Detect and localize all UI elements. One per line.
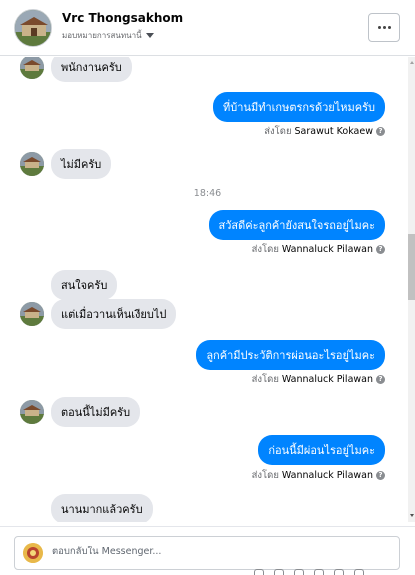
question-circle-icon[interactable]: ? xyxy=(376,471,385,480)
incoming-message[interactable]: พนักงานครับ xyxy=(51,57,132,82)
contact-name[interactable]: Vrc Thongsakhom xyxy=(62,11,183,25)
gif-icon[interactable] xyxy=(314,569,324,575)
sent-by-label: ส่งโดย xyxy=(251,470,279,481)
sender-name: Wannaluck Pilawan xyxy=(281,470,373,481)
image-icon[interactable] xyxy=(294,569,304,575)
more-horizontal-icon xyxy=(377,26,381,29)
reply-input[interactable] xyxy=(52,546,352,557)
sender-name: Wannaluck Pilawan xyxy=(281,374,373,385)
assign-conversation-label: มอบหมายการสนทนานี้ xyxy=(62,31,142,40)
contact-avatar-small xyxy=(20,400,44,424)
incoming-message[interactable]: ตอนนี้ไม่มีครับ xyxy=(51,397,141,427)
message-composer xyxy=(0,526,415,575)
scrollbar-thumb[interactable] xyxy=(408,234,415,300)
contact-avatar-small xyxy=(20,302,44,326)
question-circle-icon[interactable]: ? xyxy=(376,245,385,254)
emoji-icon[interactable] xyxy=(334,569,344,575)
sent-by-label: ส่งโดย xyxy=(251,244,279,255)
more-options-button[interactable] xyxy=(368,13,400,42)
composer-box[interactable] xyxy=(14,536,400,570)
sent-by-label: ส่งโดย xyxy=(264,126,292,137)
outgoing-message[interactable]: สวัสดีค่ะลูกค้ายังสนใจรถอยู่ไมคะ xyxy=(208,210,385,240)
outgoing-message[interactable]: ลูกค้ามีประวัติการผ่อนอะไรอยู่ไมคะ xyxy=(196,340,385,370)
attachment-icon[interactable] xyxy=(274,569,284,575)
sender-name: Wannaluck Pilawan xyxy=(281,244,373,255)
incoming-message[interactable]: แต่เมื่อวานเห็นเงียบไป xyxy=(51,299,177,329)
sent-by-label: ส่งโดย xyxy=(251,374,279,385)
scroll-down-arrow-icon[interactable] xyxy=(410,514,414,517)
contact-avatar[interactable] xyxy=(14,9,52,47)
message-thread[interactable]: พนักงานครับ ที่บ้านมีทำเกษตรกรด้วยไหมครั… xyxy=(0,57,415,522)
send-icon[interactable] xyxy=(354,569,364,575)
caret-down-icon xyxy=(145,33,154,38)
contact-avatar-small xyxy=(20,152,44,176)
assign-conversation-dropdown[interactable]: มอบหมายการสนทนานี้ xyxy=(62,29,154,42)
scroll-up-arrow-icon[interactable] xyxy=(410,61,414,64)
question-circle-icon[interactable]: ? xyxy=(376,375,385,384)
incoming-message[interactable]: ไม่มีครับ xyxy=(51,149,112,179)
conversation-header: Vrc Thongsakhom มอบหมายการสนทนานี้ xyxy=(0,0,415,56)
like-icon[interactable] xyxy=(254,569,264,575)
question-circle-icon[interactable]: ? xyxy=(376,127,385,136)
page-avatar xyxy=(23,543,43,563)
sender-name: Sarawut Kokaew xyxy=(294,126,373,137)
incoming-message[interactable]: สนใจครับ xyxy=(51,270,118,300)
composer-toolbar xyxy=(254,569,364,575)
outgoing-message[interactable]: ที่บ้านมีทำเกษตรกรด้วยไหมครับ xyxy=(213,92,385,122)
sent-by-info: ส่งโดย Sarawut Kokaew ? xyxy=(264,124,385,139)
contact-avatar-small xyxy=(20,57,44,79)
sent-by-info: ส่งโดย Wannaluck Pilawan ? xyxy=(252,468,385,483)
message-timestamp: 18:46 xyxy=(193,188,222,199)
sent-by-info: ส่งโดย Wannaluck Pilawan ? xyxy=(252,372,385,387)
outgoing-message[interactable]: ก่อนนี้มีผ่อนไรอยู่ไมคะ xyxy=(258,435,385,465)
sent-by-info: ส่งโดย Wannaluck Pilawan ? xyxy=(252,242,385,257)
incoming-message[interactable]: นานมากแล้วครับ xyxy=(51,494,153,522)
